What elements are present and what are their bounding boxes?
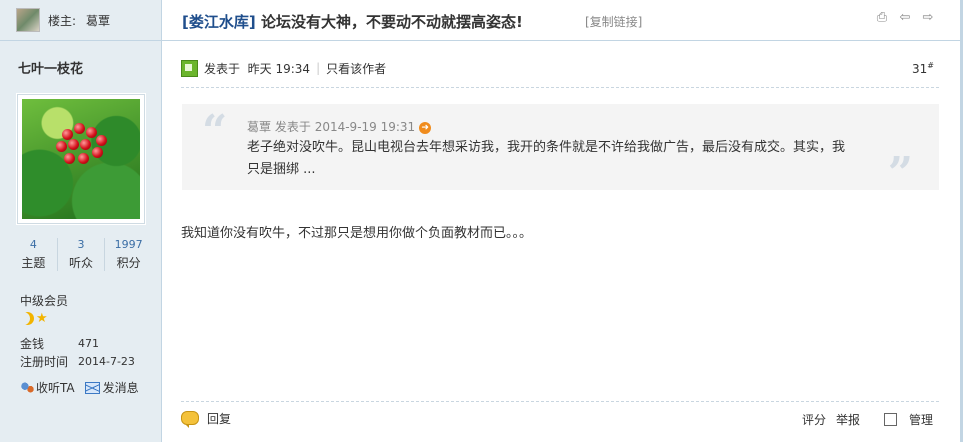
manage-checkbox[interactable] [883, 413, 897, 426]
divider [181, 87, 939, 88]
star-icon: ★ [36, 311, 48, 326]
stat-points[interactable]: 1997 积分 [105, 238, 152, 271]
avatar-image [22, 99, 140, 219]
post-footer: 回复 评分 举报 管理 [181, 408, 939, 428]
only-author-link[interactable]: 只看该作者 [326, 60, 386, 77]
prev-icon[interactable]: ⇦ [898, 11, 912, 25]
thread-op-bar: 楼主: 葛覃 [0, 0, 161, 41]
goto-quote-icon[interactable]: ➜ [419, 121, 432, 134]
user-actions: 收听TA 发消息 [20, 379, 139, 396]
op-label: 楼主: [48, 13, 77, 28]
user-info: 金钱 471 注册时间 2014-7-23 [20, 334, 135, 370]
quote-time: 2014-9-19 19:31 [314, 120, 416, 134]
user-stats: 4 主题 3 听众 1997 积分 [10, 238, 152, 271]
rate-button[interactable]: 评分 [802, 411, 826, 428]
floor-number[interactable]: 31# [912, 61, 934, 76]
floor-value: 31 [912, 62, 928, 76]
thread-title-text: 论坛没有大神，不要动不动就摆高姿态! [260, 13, 523, 31]
follow-button[interactable]: 收听TA [20, 379, 75, 396]
moon-icon [21, 312, 34, 325]
thread-category[interactable]: [娄江水库] [182, 13, 256, 31]
stat-label: 主题 [21, 256, 46, 270]
online-status-icon [181, 59, 198, 77]
register-label: 注册时间 [20, 354, 69, 369]
print-icon[interactable]: ⎙ [875, 11, 889, 25]
reply-button[interactable]: 回复 [207, 410, 231, 427]
thread-title: [娄江水库] 论坛没有大神，不要动不动就摆高姿态! [182, 11, 523, 32]
author-sidebar: 楼主: 葛覃 七叶一枝花 4 主题 3 听众 1997 积分 中级会员 ★ 金钱… [0, 0, 162, 442]
next-icon[interactable]: ⇨ [921, 11, 935, 25]
follow-icon [20, 381, 34, 394]
quote-open-icon: “ [202, 106, 228, 157]
post-meta: 发表于 昨天 19:34 | 只看该作者 [181, 58, 934, 78]
report-button[interactable]: 举报 [836, 411, 860, 428]
divider [181, 401, 939, 402]
floor-sup: # [927, 61, 934, 70]
quote-posted-label: 发表于 [274, 120, 311, 134]
reply-icon[interactable] [181, 411, 199, 428]
quote-meta: 葛覃 发表于 2014-9-19 19:31 ➜ [247, 118, 432, 135]
stat-value: 4 [29, 238, 37, 251]
follow-label: 收听TA [36, 381, 75, 395]
thread-title-bar: [娄江水库] 论坛没有大神，不要动不动就摆高姿态! [复制链接] ⎙ ⇦ ⇨ [162, 0, 963, 41]
stat-followers[interactable]: 3 听众 [58, 238, 106, 271]
op-avatar[interactable] [16, 8, 40, 32]
quote-text: 老子绝对没吹牛。昆山电视台去年想采访我，我开的条件就是不许给我做广告，最后没有成… [247, 140, 846, 177]
mail-icon [84, 381, 100, 394]
message-button[interactable]: 发消息 [84, 379, 139, 396]
avatar[interactable] [17, 94, 145, 224]
post-actions: 评分 举报 管理 [802, 411, 933, 428]
stat-label: 积分 [116, 256, 141, 270]
username[interactable]: 七叶一枝花 [18, 58, 83, 77]
stat-value: 3 [77, 238, 85, 251]
stat-label: 听众 [69, 256, 94, 270]
quote-block: “ 葛覃 发表于 2014-9-19 19:31 ➜ 老子绝对没吹牛。昆山电视台去… [182, 104, 939, 196]
money-value: 471 [78, 336, 99, 350]
money-label: 金钱 [20, 336, 45, 351]
quote-author: 葛覃 [247, 120, 272, 134]
message-label: 发消息 [102, 381, 139, 395]
op-name[interactable]: 葛覃 [86, 14, 110, 28]
posted-time: 昨天 19:34 [247, 61, 311, 76]
register-value: 2014-7-23 [78, 354, 135, 368]
manage-label: 管理 [908, 413, 933, 427]
stat-value: 1997 [114, 238, 143, 251]
copy-link-button[interactable]: [复制链接] [585, 13, 642, 30]
thread-toolbar: ⎙ ⇦ ⇨ [875, 11, 935, 25]
posted-label: 发表于 [204, 61, 241, 76]
quote-close-icon: ” [887, 148, 913, 199]
stat-threads[interactable]: 4 主题 [10, 238, 58, 271]
divider: | [316, 61, 321, 75]
user-rank[interactable]: 中级会员 [20, 292, 68, 309]
rank-icons: ★ [21, 312, 48, 325]
post-body: 我知道你没有吹牛，不过那只是想用你做个负面教材而已。。。 [181, 226, 533, 241]
